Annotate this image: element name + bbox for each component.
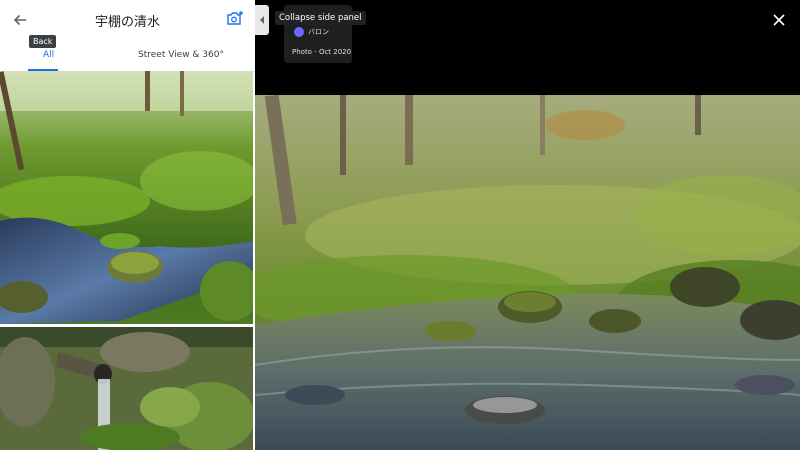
main-photo[interactable] [255,95,800,450]
close-button[interactable] [772,12,786,26]
tab-all[interactable]: All [43,50,54,60]
chevron-left-icon [260,16,264,24]
panel-header: 宇棚の清水 [0,0,255,40]
tab-street-view[interactable]: Street View & 360° [138,50,224,60]
close-icon [773,14,785,26]
add-photo-icon [227,11,243,25]
add-photo-button[interactable] [226,10,244,28]
forest-stream-photo-image [255,95,800,450]
side-panel: 宇棚の清水 Back All Street View & 360° [0,0,255,450]
photo-viewer: バロン Photo - Oct 2020 Collapse side panel [255,0,800,450]
place-title: 宇棚の清水 [94,15,160,30]
author-name: バロン [308,28,329,36]
back-tooltip: Back [29,35,57,48]
photo-thumbnail[interactable] [0,71,253,324]
photo-thumbnail[interactable] [0,327,253,450]
author-row[interactable]: バロン [294,27,329,37]
stream-photo-image [0,71,253,324]
photo-date: Photo - Oct 2020 [292,48,352,56]
avatar [294,27,304,37]
collapse-tooltip: Collapse side panel [275,11,366,25]
spring-pipe-photo-image [0,327,253,450]
collapse-panel-button[interactable] [255,5,269,35]
